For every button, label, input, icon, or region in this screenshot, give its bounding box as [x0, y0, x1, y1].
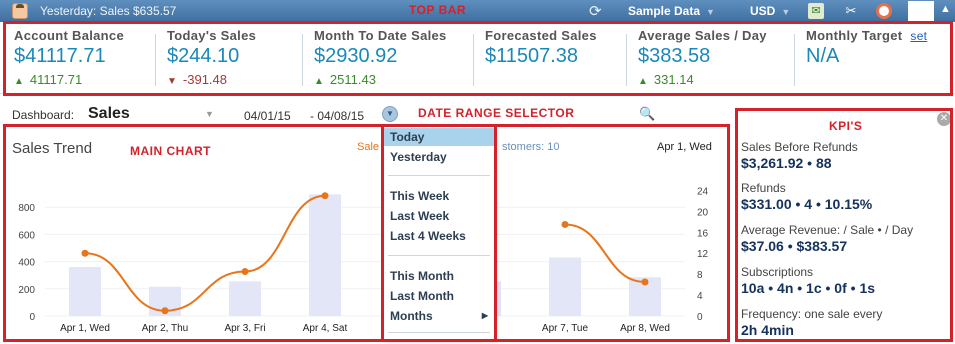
search-icon[interactable]: 🔍: [639, 106, 655, 122]
annotation-main-chart-label: MAIN CHART: [130, 144, 211, 158]
dashboard-select[interactable]: Sales: [88, 105, 130, 123]
collapse-icon[interactable]: ▲: [940, 3, 951, 15]
chevron-down-icon: ▼: [781, 7, 791, 17]
refresh-icon[interactable]: ⟳: [589, 2, 602, 20]
blank-panel: [908, 1, 934, 21]
annotation-date-range-label: DATE RANGE SELECTOR: [418, 106, 575, 120]
annotation-kpi-box: [735, 108, 953, 342]
tools-icon[interactable]: ✂: [843, 3, 859, 19]
dashboard-label: Dashboard:: [12, 108, 75, 122]
annotation-kpi-label: KPI'S: [829, 119, 863, 133]
data-source-select[interactable]: Sample Data ▼: [628, 4, 715, 18]
annotation-main-chart-box: [3, 124, 730, 342]
annotation-top-bar-box: [3, 21, 953, 96]
annotation-dropdown-box: [381, 124, 497, 342]
date-range-button[interactable]: ▼: [382, 106, 398, 122]
date-to-input[interactable]: - 04/08/15: [310, 109, 364, 123]
help-lifebuoy-icon[interactable]: [876, 3, 892, 19]
chevron-down-icon[interactable]: ▼: [205, 109, 214, 119]
currency-label: USD: [750, 4, 776, 18]
user-avatar[interactable]: [12, 3, 28, 19]
currency-select[interactable]: USD ▼: [750, 4, 790, 18]
dashboard-toolbar: Dashboard: Sales ▼ 04/01/15 - 04/08/15 ▼…: [0, 100, 730, 126]
chevron-down-icon: ▼: [706, 7, 715, 17]
data-source-label: Sample Data: [628, 4, 701, 18]
mail-icon[interactable]: ✉: [808, 3, 824, 19]
date-from-input[interactable]: 04/01/15: [244, 109, 291, 123]
annotation-top-bar-label: TOP BAR: [409, 3, 467, 17]
top-bar: Yesterday: Sales $635.57 ⟳ Sample Data ▼ …: [0, 0, 955, 22]
yesterday-sales: Yesterday: Sales $635.57: [40, 4, 177, 18]
